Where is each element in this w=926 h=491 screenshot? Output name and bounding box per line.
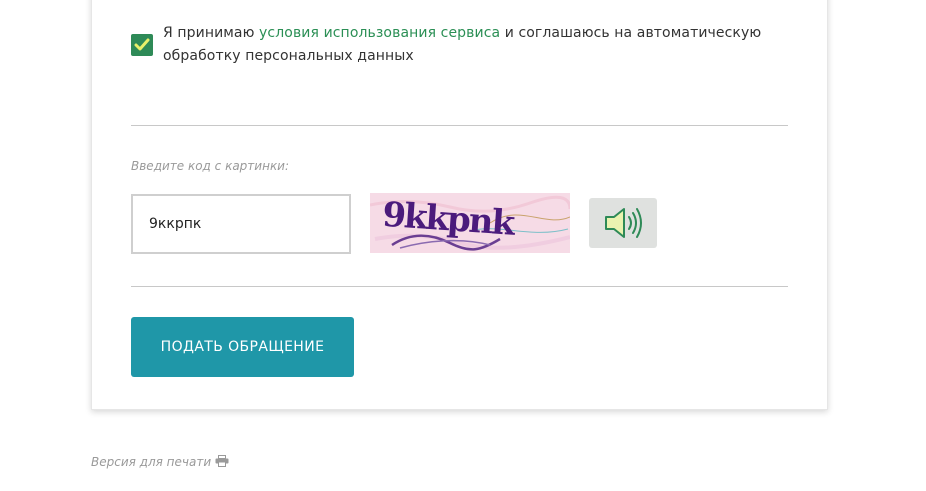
- printer-icon: [215, 452, 229, 471]
- divider: [131, 286, 788, 287]
- captcha-audio-button[interactable]: [589, 198, 657, 248]
- captcha-input[interactable]: [131, 194, 351, 254]
- captcha-image: 9kkpnk: [370, 193, 570, 253]
- submit-button[interactable]: ПОДАТЬ ОБРАЩЕНИЕ: [131, 317, 354, 377]
- consent-row: Я принимаю условия использования сервиса…: [131, 22, 771, 68]
- consent-text: Я принимаю условия использования сервиса…: [163, 22, 771, 68]
- consent-checkbox[interactable]: [131, 34, 153, 56]
- speaker-icon: [605, 208, 642, 238]
- print-version-label: Версия для печати: [91, 454, 212, 469]
- print-version-link[interactable]: Версия для печати: [91, 452, 229, 471]
- consent-text-before: Я принимаю: [163, 25, 260, 41]
- captcha-label: Введите код с картинки:: [131, 159, 290, 173]
- divider: [131, 125, 788, 126]
- terms-link[interactable]: условия использования сервиса: [259, 25, 500, 41]
- page: Я принимаю условия использования сервиса…: [0, 0, 926, 491]
- checkmark-icon: [134, 38, 150, 51]
